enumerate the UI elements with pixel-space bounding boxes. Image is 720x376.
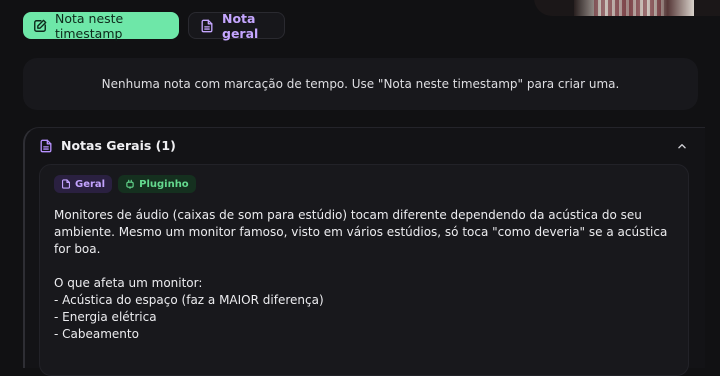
general-note-button[interactable]: Nota geral	[188, 10, 285, 41]
tag-geral: Geral	[54, 175, 113, 193]
tag-pluginho-label: Pluginho	[139, 178, 189, 190]
general-notes-header[interactable]: Notas Gerais (1)	[39, 138, 176, 153]
note-body: Monitores de áudio (caixas de som para e…	[54, 208, 668, 341]
general-note-label: Nota geral	[222, 10, 259, 41]
tag-pluginho: Pluginho	[118, 175, 196, 193]
note-at-timestamp-button[interactable]: Nota neste timestamp	[23, 10, 179, 41]
empty-state-message: Nenhuma nota com marcação de tempo. Use …	[101, 77, 620, 91]
video-frame	[574, 0, 694, 16]
note-card[interactable]: Geral Pluginho Monitores de áudio (caixa…	[39, 164, 689, 376]
note-tags: Geral Pluginho	[54, 175, 196, 193]
note-at-timestamp-label: Nota neste timestamp	[55, 10, 124, 41]
video-thumbnail[interactable]	[534, 0, 720, 16]
document-icon	[200, 19, 214, 33]
document-icon	[61, 179, 71, 189]
note-edit-icon	[33, 19, 47, 33]
tag-geral-label: Geral	[75, 178, 106, 190]
document-icon	[39, 139, 53, 153]
empty-timestamp-notes: Nenhuma nota com marcação de tempo. Use …	[23, 58, 698, 110]
general-notes-panel: Notas Gerais (1) Geral Pluginho Monitore…	[23, 127, 705, 376]
plug-icon	[125, 179, 135, 189]
chevron-up-icon[interactable]	[675, 138, 689, 152]
general-notes-title: Notas Gerais (1)	[61, 138, 176, 153]
